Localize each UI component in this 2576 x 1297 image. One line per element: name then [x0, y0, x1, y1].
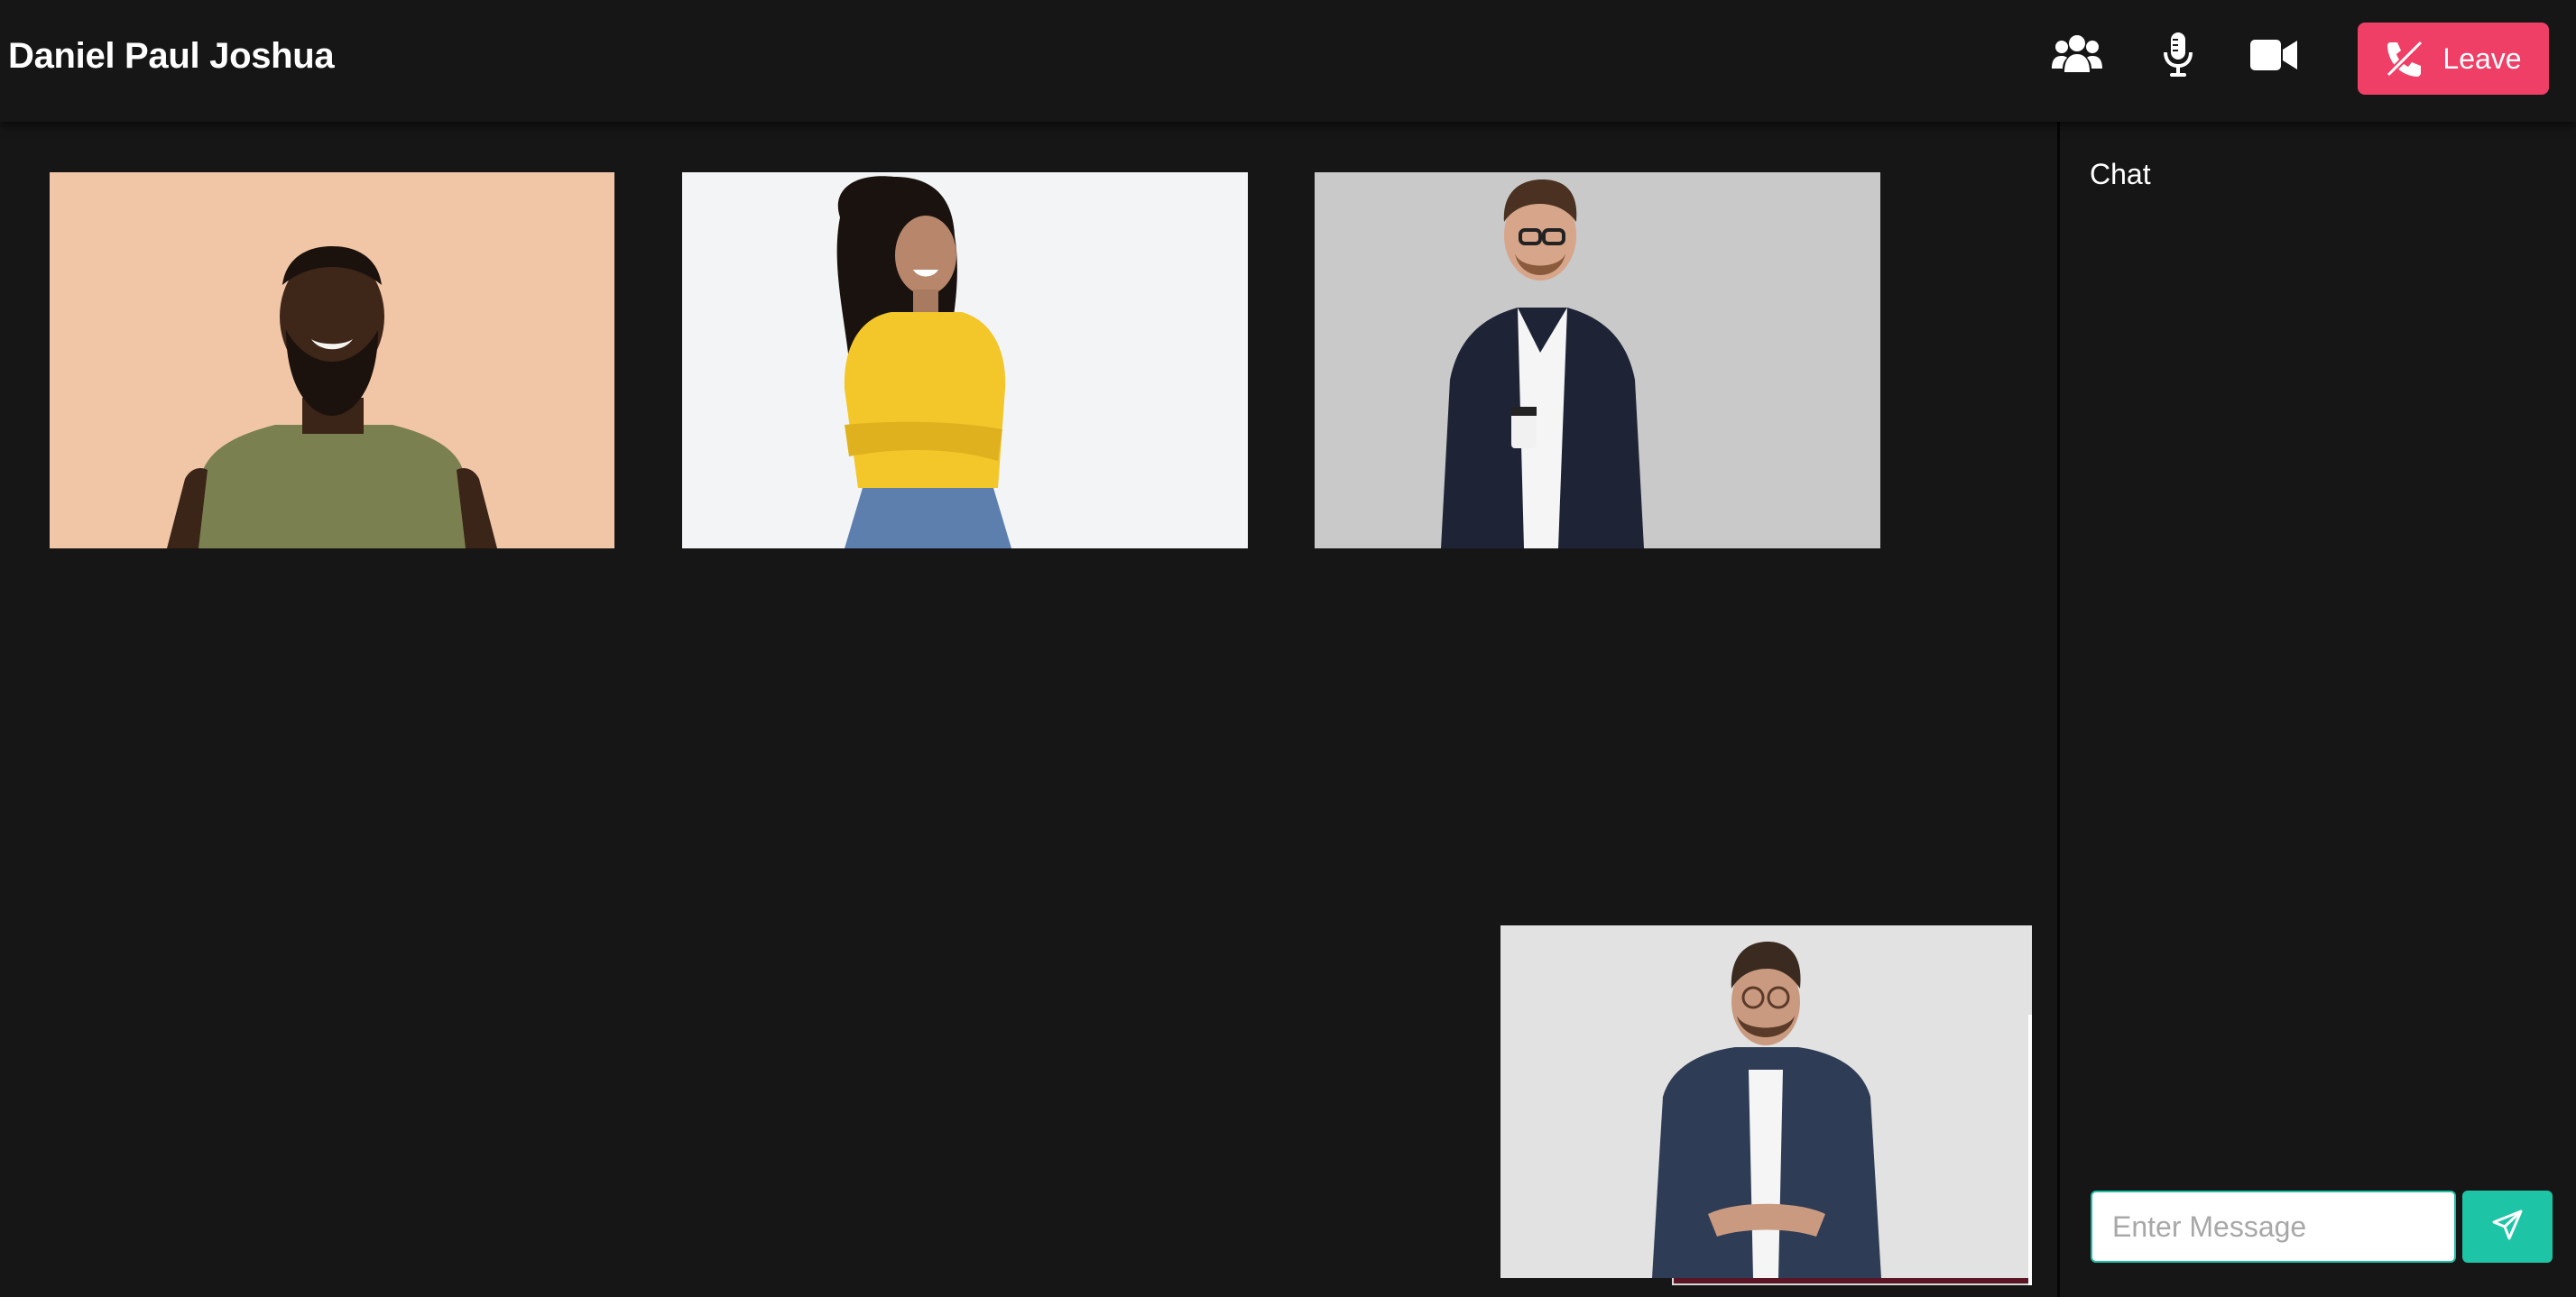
chat-title: Chat	[2090, 158, 2151, 190]
self-view-video[interactable]	[1500, 925, 2032, 1278]
leave-label: Leave	[2442, 41, 2522, 75]
self-view-frame	[1672, 1278, 2032, 1285]
chat-panel: Chat	[2057, 122, 2576, 1297]
top-bar: Daniel Paul Joshua Leave	[0, 0, 2576, 122]
meeting-title: Daniel Paul Joshua	[8, 36, 335, 76]
leave-button[interactable]: Leave	[2358, 23, 2549, 95]
self-view-edge	[2028, 1015, 2032, 1285]
message-input[interactable]	[2091, 1191, 2456, 1263]
phone-hangup-icon	[2385, 39, 2424, 78]
send-icon	[2491, 1209, 2524, 1246]
participant-video-2[interactable]	[682, 172, 1248, 548]
video-camera-icon[interactable]	[2250, 34, 2297, 76]
microphone-icon[interactable]	[2163, 32, 2193, 78]
participant-video-1[interactable]	[50, 172, 614, 548]
send-button[interactable]	[2462, 1191, 2553, 1263]
participant-video-3[interactable]	[1315, 172, 1880, 548]
people-icon[interactable]	[2052, 32, 2102, 78]
